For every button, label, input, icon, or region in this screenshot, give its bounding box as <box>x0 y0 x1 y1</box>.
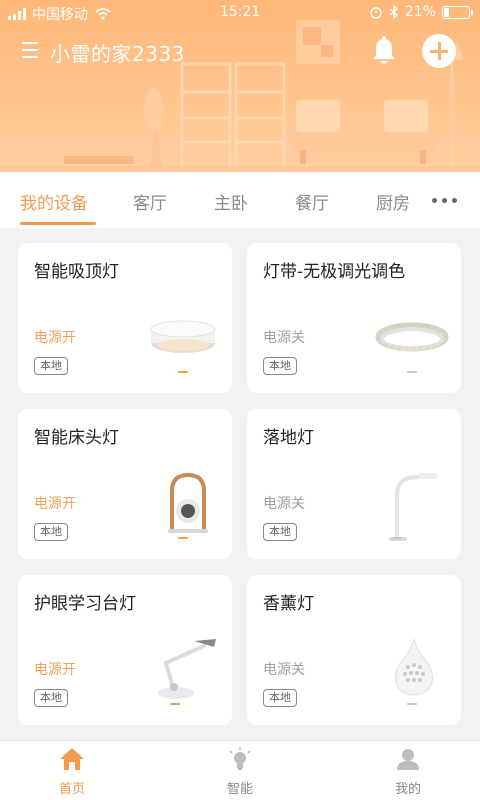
nav-profile[interactable]: 我的 <box>368 747 448 797</box>
tab-my-devices[interactable]: 我的设备 <box>20 189 88 214</box>
aroma-lamp-icon <box>395 638 433 696</box>
device-name: 护眼学习台灯 <box>34 594 136 614</box>
ceiling-light-icon <box>150 320 216 353</box>
device-name: 灯带-无极调光调色 <box>263 262 406 282</box>
active-tab-indicator <box>20 222 96 225</box>
nav-smart[interactable]: 智能 <box>200 747 280 797</box>
page-indicator <box>407 703 417 705</box>
living-room-illustration <box>0 20 480 172</box>
more-tabs-icon[interactable] <box>432 198 457 203</box>
nav-smart-label: 智能 <box>226 782 253 797</box>
nav-home[interactable]: 首页 <box>32 747 112 797</box>
page-indicator <box>392 537 402 539</box>
tab-kitchen[interactable]: 厨房 <box>376 189 410 214</box>
device-name: 香薰灯 <box>263 594 314 614</box>
bottom-nav: 首页 智能 我的 <box>0 740 480 800</box>
local-badge: 本地 <box>34 689 68 707</box>
device-name: 智能床头灯 <box>34 428 119 448</box>
nav-profile-label: 我的 <box>394 782 421 797</box>
page-indicator <box>178 537 188 539</box>
local-badge: 本地 <box>263 523 297 541</box>
bell-icon[interactable] <box>370 36 398 66</box>
local-badge: 本地 <box>263 357 297 375</box>
power-status: 电源开 <box>34 662 76 678</box>
page-indicator <box>178 371 188 373</box>
device-name: 落地灯 <box>263 428 314 448</box>
header-banner: 中国移动 15:21 21% 小雷的家2333 <box>0 0 480 172</box>
power-status: 电源关 <box>263 496 305 512</box>
tab-dining-room[interactable]: 餐厅 <box>295 189 329 214</box>
bluetooth-icon <box>389 5 398 19</box>
local-badge: 本地 <box>263 689 297 707</box>
light-strip-icon <box>375 322 449 352</box>
power-status: 电源开 <box>34 330 76 346</box>
menu-icon[interactable] <box>22 42 38 60</box>
page-indicator <box>170 703 180 705</box>
profile-icon <box>397 749 419 770</box>
tab-living-room[interactable]: 客厅 <box>133 189 167 214</box>
desk-lamp-icon <box>158 639 216 699</box>
device-card-bedside-lamp[interactable]: 智能床头灯 电源开 本地 <box>18 409 232 559</box>
local-badge: 本地 <box>34 523 68 541</box>
power-status: 电源关 <box>263 330 305 346</box>
alarm-icon <box>370 7 382 19</box>
battery-icon <box>442 5 473 19</box>
bedside-lamp-icon <box>168 472 208 533</box>
home-title[interactable]: 小雷的家2333 <box>50 38 185 67</box>
device-card-ceiling-light[interactable]: 智能吸顶灯 电源开 本地 <box>18 243 232 393</box>
battery-percent: 21% <box>404 4 436 20</box>
device-card-floor-lamp[interactable]: 落地灯 电源关 本地 <box>247 409 461 559</box>
device-card-light-strip[interactable]: 灯带-无极调光调色 电源关 本地 <box>247 243 461 393</box>
room-tabs: 我的设备 客厅 主卧 餐厅 厨房 <box>0 172 480 228</box>
local-badge: 本地 <box>34 357 68 375</box>
floor-lamp-icon <box>389 473 437 541</box>
device-card-desk-lamp[interactable]: 护眼学习台灯 电源开 本地 <box>18 575 232 725</box>
page-indicator <box>407 371 417 373</box>
add-device-button[interactable] <box>422 34 456 68</box>
power-status: 电源开 <box>34 496 76 512</box>
nav-home-label: 首页 <box>58 782 85 797</box>
status-bar: 中国移动 15:21 21% <box>0 0 480 24</box>
bulb-icon <box>229 747 251 770</box>
home-icon <box>60 748 84 770</box>
app-bar: 小雷的家2333 <box>0 30 480 74</box>
power-status: 电源关 <box>263 662 305 678</box>
device-card-aroma-lamp[interactable]: 香薰灯 电源关 本地 <box>247 575 461 725</box>
device-name: 智能吸顶灯 <box>34 262 119 282</box>
tab-master-bedroom[interactable]: 主卧 <box>214 189 248 214</box>
